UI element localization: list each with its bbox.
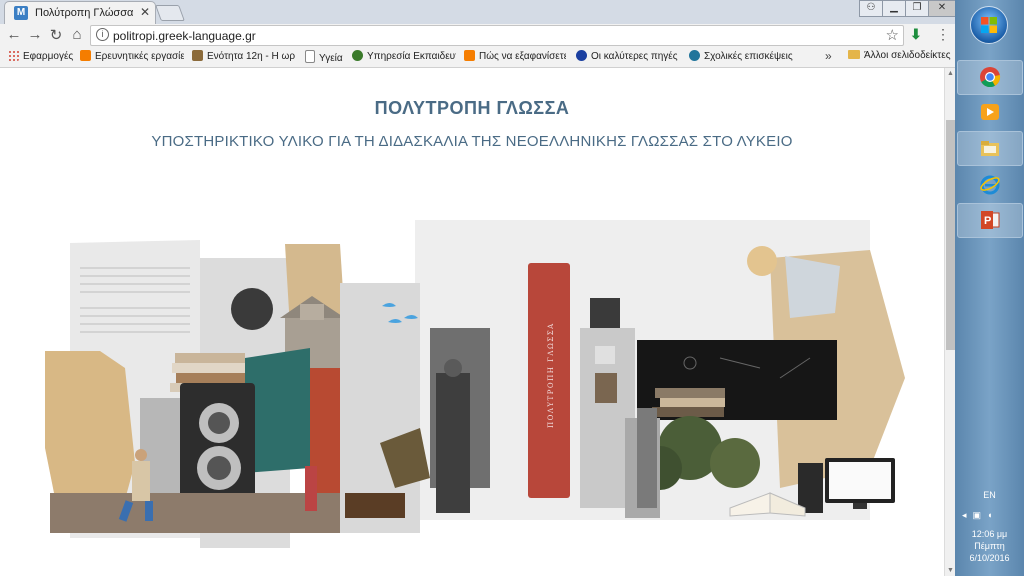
tab-politropi[interactable]: M Πολύτροπη Γλώσσα ✕	[4, 1, 156, 25]
windows-logo-icon	[981, 17, 997, 33]
blogger-icon	[80, 50, 91, 61]
language-indicator[interactable]: EN	[955, 490, 1024, 500]
dark-circle	[231, 288, 273, 330]
internet-explorer-icon	[980, 175, 1000, 195]
bookmark-best-sources[interactable]: Οι καλύτερες πηγές	[576, 50, 680, 62]
powerpoint-icon: P	[981, 211, 1000, 229]
other-bookmarks-folder[interactable]: Άλλοι σελιδοδείκτες	[848, 50, 951, 61]
bookmarks-bar: Εφαρμογές Ερευνητικές εργασίες Ενότητα 1…	[0, 46, 955, 68]
bookmark-star-icon[interactable]: ☆	[886, 26, 899, 44]
chrome-menu-icon[interactable]: ⋮	[936, 26, 950, 43]
home-icon[interactable]: ⌂	[68, 26, 86, 43]
browser-toolbar: ← → ↻ ⌂ i politropi.greek-language.gr ☆ …	[0, 24, 955, 46]
hero-collage-image: ΠΟΛΥΤΡΟΠΗ ΓΛΩΣΣΑ	[45, 220, 905, 548]
clock-day: Πέμπτη	[974, 541, 1005, 551]
svg-text:P: P	[984, 215, 991, 227]
page-icon	[305, 50, 315, 63]
back-arrow-icon[interactable]: ←	[5, 26, 23, 43]
network-icon[interactable]: ▣	[973, 510, 988, 520]
tray-expand-icon[interactable]: ◂	[962, 510, 973, 520]
scroll-up-arrow-icon[interactable]: ▲	[947, 70, 954, 77]
apps-icon	[8, 50, 19, 61]
computer-tower	[798, 463, 823, 513]
tab-title: Πολύτροπη Γλώσσα	[35, 7, 134, 19]
bookmark-apps[interactable]: Εφαρμογές	[8, 50, 74, 62]
minimize-button[interactable]: ▁	[882, 0, 906, 17]
download-icon[interactable]: ⬇	[910, 26, 922, 43]
info-icon	[576, 50, 587, 61]
address-bar[interactable]: i politropi.greek-language.gr ☆	[90, 25, 904, 46]
media-player-icon	[981, 104, 999, 120]
bookmark-how-to-remove[interactable]: Πώς να εξαφανίσετε	[464, 50, 566, 62]
taskbar-file-explorer[interactable]	[957, 131, 1023, 166]
close-window-button[interactable]: ✕	[928, 0, 956, 17]
pedestrian-figure	[305, 466, 317, 511]
woman-walking	[637, 408, 657, 508]
folder-icon	[848, 50, 860, 59]
browser-titlebar: M Πολύτροπη Γλώσσα ✕ ⚇ ▁ ❐ ✕	[0, 0, 956, 25]
windows-start-button[interactable]	[970, 6, 1008, 44]
woman-figure	[436, 373, 470, 513]
system-tray: ◂▣◖	[962, 510, 998, 521]
tab-close-icon[interactable]: ✕	[140, 5, 150, 19]
taskbar-powerpoint[interactable]: P	[957, 203, 1023, 238]
file-explorer-icon	[981, 141, 999, 156]
page-image-icon	[192, 50, 203, 61]
bookmark-school-visits[interactable]: Σχολικές επισκέψεις	[689, 50, 793, 62]
yellow-circle	[747, 246, 777, 276]
volume-icon[interactable]: ◖	[987, 510, 998, 520]
blogger-icon	[464, 50, 475, 61]
bookmark-unit-12[interactable]: Ενότητα 12η - Η ωρ	[192, 50, 296, 62]
url-text[interactable]: politropi.greek-language.gr	[113, 29, 256, 43]
book-spine-text: ΠΟΛΥΤΡΟΠΗ ΓΛΩΣΣΑ	[547, 322, 555, 428]
site-icon	[352, 50, 363, 61]
taskbar-media-player[interactable]	[957, 95, 1023, 130]
clock-time: 12:06 μμ	[971, 529, 1008, 539]
wordpress-icon	[689, 50, 700, 61]
forward-arrow-icon[interactable]: →	[26, 26, 44, 43]
bookmark-health[interactable]: Υγεία	[305, 50, 350, 64]
taskbar-clock[interactable]: 12:06 μμ Πέμπτη 6/10/2016	[955, 528, 1024, 564]
bookmark-education-service[interactable]: Υπηρεσία Εκπαιδευτ	[352, 50, 456, 62]
taskbar-chrome[interactable]	[957, 60, 1023, 95]
new-tab-button[interactable]	[155, 5, 185, 21]
scroll-thumb[interactable]	[946, 120, 955, 350]
taskbar-internet-explorer[interactable]	[957, 167, 1023, 202]
web-page: ΠΟΛΥΤΡΟΠΗ ΓΛΩΣΣΑ ΥΠΟΣΤΗΡΙΚΤΙΚΟ ΥΛΙΚΟ ΓΙΑ…	[0, 68, 944, 576]
user-profile-icon[interactable]: ⚇	[859, 0, 883, 17]
site-favicon-icon: M	[14, 6, 28, 20]
bookmark-research[interactable]: Ερευνητικές εργασίες	[80, 50, 184, 62]
clock-date: 6/10/2016	[969, 553, 1010, 563]
scroll-down-arrow-icon[interactable]: ▼	[947, 567, 954, 574]
glass-shard	[785, 256, 840, 318]
chrome-icon	[980, 67, 1001, 88]
maximize-button[interactable]: ❐	[905, 0, 929, 17]
reload-icon[interactable]: ↻	[47, 26, 65, 44]
site-info-icon[interactable]: i	[96, 28, 109, 41]
more-bookmarks-chevron-icon[interactable]: »	[825, 49, 832, 63]
